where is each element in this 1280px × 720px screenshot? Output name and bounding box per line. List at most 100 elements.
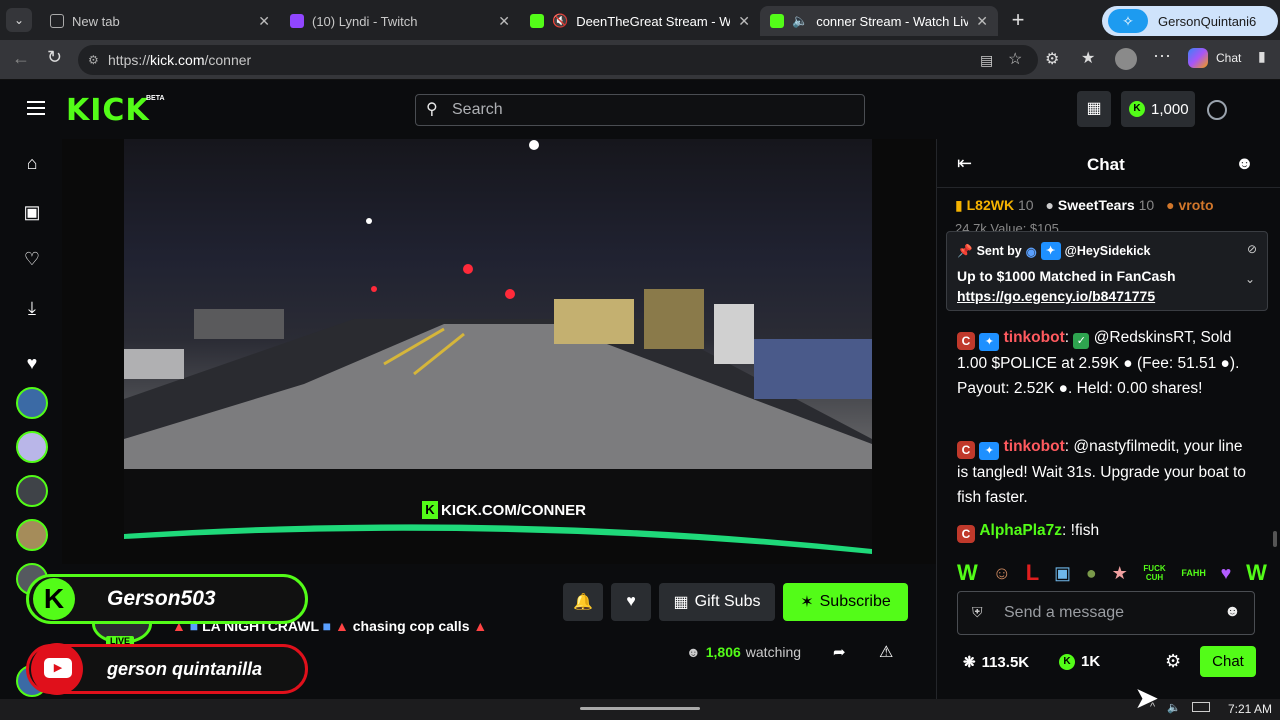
clock[interactable]: 7:21 AM <box>1228 702 1272 716</box>
watermark-text: KICK.COM/CONNER <box>441 501 586 519</box>
volume-icon[interactable]: 🔈 <box>1167 701 1181 714</box>
emote[interactable]: L <box>1026 560 1039 586</box>
reader-mode-icon[interactable]: ▤ <box>980 45 993 75</box>
new-tab-button[interactable]: + <box>1006 6 1030 34</box>
browse-icon[interactable]: ▣ <box>20 200 44 224</box>
kick-icon <box>530 14 544 28</box>
favorite-star-icon[interactable]: ☆ <box>1008 45 1022 75</box>
kick-header: KICK BETA ⚲ Search ▦ K 1,000 <box>0 81 1280 139</box>
unpin-icon[interactable]: ⊘ <box>1247 242 1257 256</box>
address-toolbar: ← ↻ ⚙ https://kick.com/conner ▤ ☆ ⚙ ★ ⋯ … <box>0 40 1280 80</box>
chat-message-input[interactable]: ⛨ Send a message ☻ <box>957 591 1255 635</box>
emote[interactable]: ☺ <box>993 563 1011 584</box>
profile-chip[interactable]: ✧ GersonQuintani6 <box>1102 6 1278 36</box>
follow-button[interactable]: ♥ <box>611 583 651 621</box>
stream-video-frame[interactable]: K KICK.COM/CONNER <box>124 139 872 559</box>
leader-name: SweetTears <box>1057 197 1135 213</box>
emoji-picker-icon[interactable]: ☻ <box>1224 603 1241 621</box>
profile-avatar-icon[interactable] <box>1115 48 1137 70</box>
video-watermark: K KICK.COM/CONNER <box>422 501 586 519</box>
leader-entry[interactable]: ● SweetTears 10 <box>1046 197 1155 219</box>
followed-channel-avatar[interactable] <box>16 431 48 463</box>
viewers-label: watching <box>745 644 802 660</box>
kicks-balance-button[interactable]: K 1,000 <box>1121 91 1195 127</box>
sidebar-toggle-icon[interactable]: ▮ <box>1258 48 1266 65</box>
close-tab-icon[interactable]: ✕ <box>258 13 270 30</box>
leader-entry[interactable]: ▮ L82WK 10 <box>955 197 1034 219</box>
tab-list-button[interactable]: ⌄ <box>6 8 32 32</box>
muted-speaker-icon[interactable]: 🔇 <box>552 13 568 29</box>
chat-message[interactable]: C AlphaPla7z: !fish <box>957 518 1257 543</box>
heart-icon: ♥ <box>626 593 636 610</box>
followed-channel-avatar[interactable] <box>16 475 48 507</box>
gift-subs-button[interactable]: ▦ Gift Subs <box>659 583 775 621</box>
chat-users-icon[interactable]: ☻ <box>1235 153 1254 174</box>
followers-stat[interactable]: ❋ 113.5K <box>963 653 1030 672</box>
home-icon[interactable]: ⌂ <box>20 151 44 175</box>
new-tab-icon <box>50 14 64 28</box>
pinned-message[interactable]: 📌 Sent by ◉ ✦ @HeySidekick ⊘ Up to $1000… <box>946 231 1268 311</box>
reload-icon[interactable]: ↻ <box>47 47 62 68</box>
chat-settings-gear-icon[interactable]: ⚙ <box>1165 651 1181 672</box>
kick-logo-circle: K <box>33 578 75 620</box>
site-info-icon[interactable]: ⚙ <box>88 45 99 75</box>
search-input[interactable]: ⚲ Search <box>415 94 865 126</box>
followed-channels-heart-icon[interactable]: ♥ <box>20 351 44 375</box>
more-menu-icon[interactable]: ⋯ <box>1153 46 1171 67</box>
taskbar-handle[interactable] <box>580 707 700 710</box>
pinned-link[interactable]: https://go.egency.io/b8471775 <box>957 288 1155 304</box>
speaker-icon[interactable]: 🔈 <box>792 13 808 29</box>
library-button[interactable]: ▦ <box>1077 91 1111 127</box>
tab-new-tab[interactable]: New tab ✕ <box>40 6 280 36</box>
report-icon[interactable]: ⚠ <box>879 642 893 662</box>
chat-message[interactable]: C ✦ tinkobot: ✓ @RedskinsRT, Sold 1.00 $… <box>957 325 1257 401</box>
chat-username[interactable]: tinkobot <box>1004 438 1065 455</box>
emote[interactable]: FUCK CUH <box>1143 564 1167 582</box>
viewers-number: 1,806 <box>705 644 741 660</box>
emote[interactable]: ● <box>1086 563 1097 584</box>
subscribe-button[interactable]: ✶ Subscribe <box>783 583 908 621</box>
kicks-stat[interactable]: K 1K <box>1059 653 1100 670</box>
followed-channel-avatar[interactable] <box>16 387 48 419</box>
hamburger-menu-icon[interactable] <box>27 101 45 115</box>
close-tab-icon[interactable]: ✕ <box>976 13 988 30</box>
favorites-icon[interactable]: ★ <box>1081 48 1095 68</box>
emote[interactable]: W <box>957 560 978 586</box>
following-heart-icon[interactable]: ♡ <box>20 247 44 271</box>
leader-entry[interactable]: ● vroto <box>1166 197 1213 219</box>
chat-send-button[interactable]: Chat <box>1200 646 1256 677</box>
share-icon[interactable]: ➦ <box>833 643 846 661</box>
followed-channel-avatar[interactable] <box>16 519 48 551</box>
video-player[interactable]: K KICK.COM/CONNER <box>62 139 936 564</box>
chat-scrollbar[interactable] <box>1273 531 1277 547</box>
expand-chevron-icon[interactable]: ⌄ <box>1245 272 1255 286</box>
followers-count: 113.5K <box>981 653 1030 671</box>
gift-subs-label: Gift Subs <box>694 593 761 610</box>
emote[interactable]: FAHH <box>1181 568 1206 578</box>
tab-conner[interactable]: 🔈 conner Stream - Watch Live on ✕ <box>760 6 998 36</box>
back-icon[interactable]: ← <box>12 48 30 69</box>
siren-icon: ▲ <box>473 618 488 634</box>
copilot-button[interactable]: Chat <box>1188 48 1241 68</box>
notifications-button[interactable]: 🔔 <box>563 583 603 621</box>
collapse-chat-icon[interactable]: ⇤ <box>957 153 972 174</box>
emote[interactable]: ★ <box>1112 563 1128 584</box>
emote[interactable]: ♥ <box>1221 563 1232 584</box>
battery-icon[interactable] <box>1192 702 1210 712</box>
download-icon[interactable]: ⤓ <box>20 296 44 320</box>
extensions-icon[interactable]: ⚙ <box>1045 49 1059 69</box>
twitch-icon <box>290 14 304 28</box>
chat-username[interactable]: tinkobot <box>1004 329 1065 346</box>
kick-logo[interactable]: KICK BETA <box>66 93 165 128</box>
tab-twitch[interactable]: (10) Lyndi - Twitch ✕ <box>280 6 520 36</box>
url-bar[interactable]: ⚙ https://kick.com/conner ▤ ☆ <box>78 45 1038 75</box>
close-tab-icon[interactable]: ✕ <box>738 13 750 30</box>
emote[interactable]: W <box>1246 560 1267 586</box>
chat-title: Chat <box>1087 155 1125 174</box>
chat-message[interactable]: C ✦ tinkobot: @nastyfilmedit, your line … <box>957 434 1257 510</box>
tab-deenthegreat[interactable]: 🔇 DeenTheGreat Stream - Watch ✕ <box>520 6 760 36</box>
chat-username[interactable]: AlphaPla7z <box>979 522 1062 539</box>
user-avatar-icon[interactable] <box>1207 100 1227 120</box>
close-tab-icon[interactable]: ✕ <box>498 13 510 30</box>
emote[interactable]: ▣ <box>1054 563 1071 584</box>
